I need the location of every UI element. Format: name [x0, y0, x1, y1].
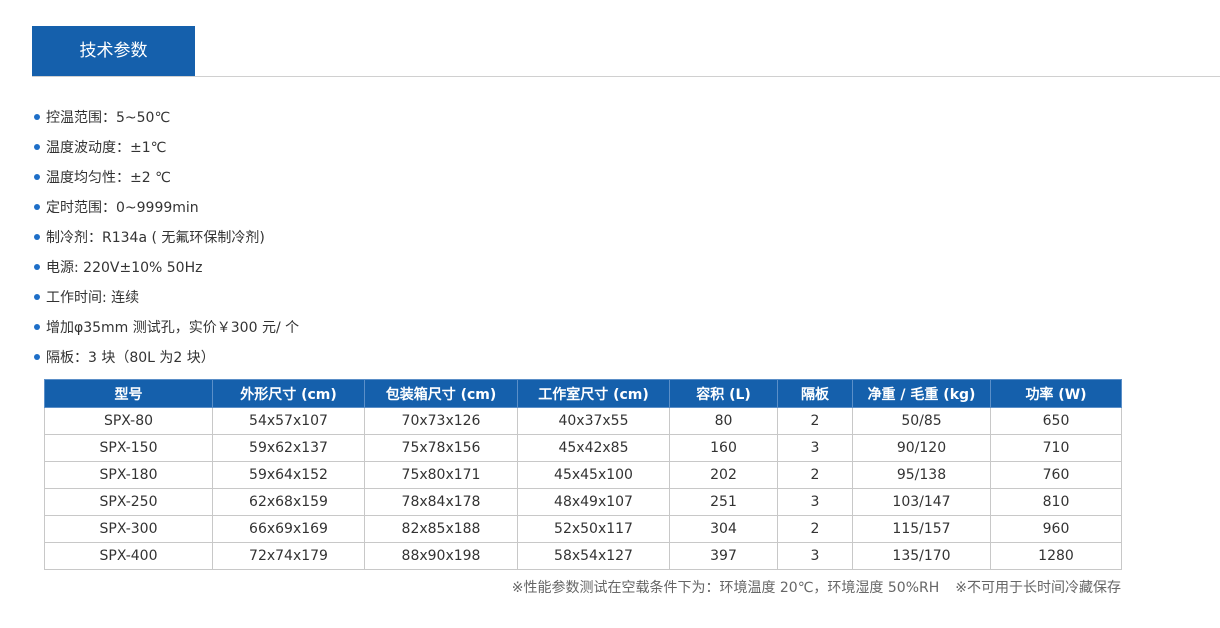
column-header-shelves: 隔板	[777, 379, 853, 408]
spec-item: 隔板：3 块（80L 为2 块）	[34, 343, 299, 373]
cell-shelves: 2	[777, 407, 853, 435]
section-tab-bar: 技术参数	[32, 26, 1220, 77]
bullet-dot-icon	[34, 234, 40, 240]
cell-weight: 90/120	[852, 434, 991, 462]
cell-outer-size: 54x57x107	[212, 407, 365, 435]
spec-list: 控温范围：5~50℃ 温度波动度：±1℃ 温度均匀性：±2 ℃ 定时范围：0~9…	[34, 103, 299, 373]
cell-package-size: 70x73x126	[364, 407, 518, 435]
cell-outer-size: 59x62x137	[212, 434, 365, 462]
bullet-dot-icon	[34, 114, 40, 120]
cell-model: SPX-400	[44, 542, 213, 570]
cell-power: 710	[990, 434, 1122, 462]
cell-weight: 103/147	[852, 488, 991, 516]
cell-weight: 135/170	[852, 542, 991, 570]
spec-item: 增加φ35mm 测试孔，实价￥300 元/ 个	[34, 313, 299, 343]
spec-text: 电源: 220V±10% 50Hz	[46, 260, 203, 276]
cell-weight: 95/138	[852, 461, 991, 489]
cell-power: 810	[990, 488, 1122, 516]
cell-package-size: 75x80x171	[364, 461, 518, 489]
table-row: SPX-250 62x68x159 78x84x178 48x49x107 25…	[44, 488, 1122, 516]
cell-volume: 202	[669, 461, 778, 489]
spec-item: 温度均匀性：±2 ℃	[34, 163, 299, 193]
tab-technical-params[interactable]: 技术参数	[32, 26, 195, 76]
footnote-storage-warning: ※不可用于长时间冷藏保存	[955, 580, 1121, 596]
bullet-dot-icon	[34, 294, 40, 300]
cell-chamber-size: 40x37x55	[517, 407, 670, 435]
table-row: SPX-300 66x69x169 82x85x188 52x50x117 30…	[44, 515, 1122, 543]
table-row: SPX-400 72x74x179 88x90x198 58x54x127 39…	[44, 542, 1122, 570]
cell-weight: 115/157	[852, 515, 991, 543]
column-header-volume: 容积 (L)	[669, 379, 778, 408]
cell-outer-size: 66x69x169	[212, 515, 365, 543]
spec-item: 制冷剂：R134a ( 无氟环保制冷剂)	[34, 223, 299, 253]
cell-model: SPX-180	[44, 461, 213, 489]
spec-text: 工作时间: 连续	[46, 290, 140, 306]
cell-volume: 251	[669, 488, 778, 516]
spec-text: 定时范围：0~9999min	[46, 200, 199, 216]
cell-chamber-size: 52x50x117	[517, 515, 670, 543]
cell-shelves: 3	[777, 542, 853, 570]
bullet-dot-icon	[34, 264, 40, 270]
table-row: SPX-80 54x57x107 70x73x126 40x37x55 80 2…	[44, 407, 1122, 435]
column-header-power: 功率 (W)	[990, 379, 1122, 408]
column-header-model: 型号	[44, 379, 213, 408]
spec-text: 隔板：3 块（80L 为2 块）	[46, 350, 215, 366]
cell-shelves: 3	[777, 488, 853, 516]
spec-text: 增加φ35mm 测试孔，实价￥300 元/ 个	[46, 320, 300, 336]
spec-text: 制冷剂：R134a ( 无氟环保制冷剂)	[46, 230, 265, 246]
table-header-row: 型号 外形尺寸 (cm) 包装箱尺寸 (cm) 工作室尺寸 (cm) 容积 (L…	[44, 379, 1122, 408]
cell-model: SPX-300	[44, 515, 213, 543]
cell-power: 960	[990, 515, 1122, 543]
cell-power: 1280	[990, 542, 1122, 570]
cell-power: 760	[990, 461, 1122, 489]
cell-power: 650	[990, 407, 1122, 435]
cell-shelves: 3	[777, 434, 853, 462]
cell-chamber-size: 58x54x127	[517, 542, 670, 570]
cell-shelves: 2	[777, 461, 853, 489]
bullet-dot-icon	[34, 354, 40, 360]
spec-text: 控温范围：5~50℃	[46, 110, 171, 126]
cell-outer-size: 59x64x152	[212, 461, 365, 489]
column-header-chamber-size: 工作室尺寸 (cm)	[517, 379, 670, 408]
cell-chamber-size: 45x42x85	[517, 434, 670, 462]
footnote-test-condition: ※性能参数测试在空载条件下为：环境温度 20℃，环境湿度 50%RH	[511, 580, 940, 596]
table-row: SPX-150 59x62x137 75x78x156 45x42x85 160…	[44, 434, 1122, 462]
cell-package-size: 78x84x178	[364, 488, 518, 516]
bullet-dot-icon	[34, 144, 40, 150]
bullet-dot-icon	[34, 174, 40, 180]
table-row: SPX-180 59x64x152 75x80x171 45x45x100 20…	[44, 461, 1122, 489]
cell-model: SPX-80	[44, 407, 213, 435]
spec-text: 温度波动度：±1℃	[46, 140, 167, 156]
cell-chamber-size: 45x45x100	[517, 461, 670, 489]
cell-model: SPX-250	[44, 488, 213, 516]
cell-package-size: 88x90x198	[364, 542, 518, 570]
bullet-dot-icon	[34, 324, 40, 330]
cell-outer-size: 62x68x159	[212, 488, 365, 516]
spec-item: 温度波动度：±1℃	[34, 133, 299, 163]
cell-volume: 80	[669, 407, 778, 435]
column-header-outer-size: 外形尺寸 (cm)	[212, 379, 365, 408]
cell-outer-size: 72x74x179	[212, 542, 365, 570]
cell-volume: 397	[669, 542, 778, 570]
cell-weight: 50/85	[852, 407, 991, 435]
spec-item: 控温范围：5~50℃	[34, 103, 299, 133]
spec-text: 温度均匀性：±2 ℃	[46, 170, 171, 186]
cell-shelves: 2	[777, 515, 853, 543]
cell-model: SPX-150	[44, 434, 213, 462]
spec-item: 定时范围：0~9999min	[34, 193, 299, 223]
footnote: ※性能参数测试在空载条件下为：环境温度 20℃，环境湿度 50%RH ※不可用于长…	[512, 577, 1121, 597]
spec-table: 型号 外形尺寸 (cm) 包装箱尺寸 (cm) 工作室尺寸 (cm) 容积 (L…	[44, 379, 1122, 570]
bullet-dot-icon	[34, 204, 40, 210]
spec-item: 工作时间: 连续	[34, 283, 299, 313]
cell-volume: 160	[669, 434, 778, 462]
column-header-weight: 净重 / 毛重 (kg)	[852, 379, 991, 408]
column-header-package-size: 包装箱尺寸 (cm)	[364, 379, 518, 408]
spec-item: 电源: 220V±10% 50Hz	[34, 253, 299, 283]
cell-package-size: 82x85x188	[364, 515, 518, 543]
cell-package-size: 75x78x156	[364, 434, 518, 462]
cell-volume: 304	[669, 515, 778, 543]
cell-chamber-size: 48x49x107	[517, 488, 670, 516]
